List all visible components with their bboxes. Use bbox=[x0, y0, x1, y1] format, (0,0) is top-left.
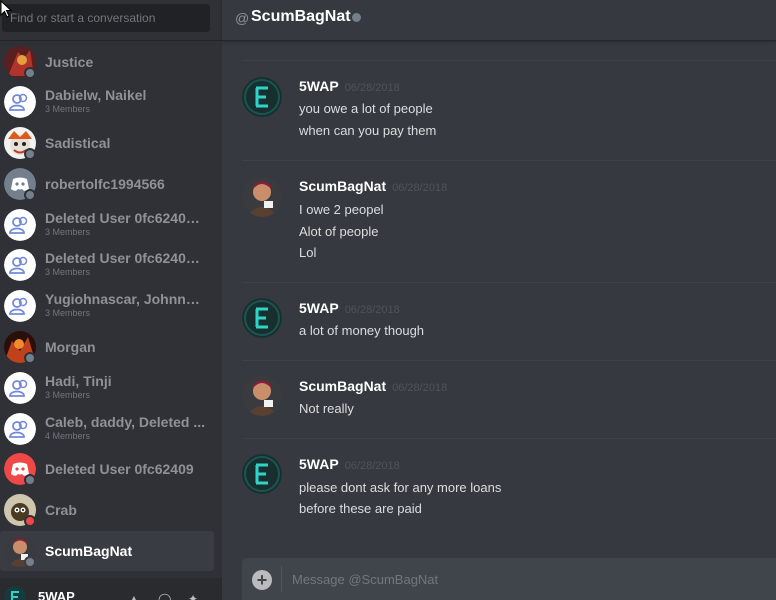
dm-item-deleted-user[interactable]: Deleted User 0fc62409 bbox=[0, 449, 214, 489]
avatar[interactable] bbox=[242, 298, 282, 338]
group-avatar-icon bbox=[4, 209, 36, 241]
message-timestamp: 06/28/2018 bbox=[392, 382, 448, 394]
message-timestamp: 06/28/2018 bbox=[392, 182, 448, 194]
message-group: 5WAP 06/28/2018 please dont ask for any m… bbox=[242, 438, 776, 548]
message-text: Lol bbox=[299, 245, 317, 260]
settings-icon[interactable]: ✦ bbox=[188, 592, 202, 600]
dm-item-justice[interactable]: Justice bbox=[0, 42, 214, 82]
message-text: Not really bbox=[299, 401, 354, 416]
message-group: 5WAP 06/28/2018 a lot of money though bbox=[242, 282, 776, 360]
group-avatar-icon bbox=[4, 413, 36, 445]
dm-member-count: 3 Members bbox=[45, 227, 91, 237]
dm-name: Yugiohnascar, Johnny Boi bbox=[45, 291, 205, 307]
dm-member-count: 3 Members bbox=[45, 104, 91, 114]
avatar bbox=[4, 586, 26, 600]
group-avatar-icon bbox=[4, 290, 36, 322]
message-text: before these are paid bbox=[299, 501, 422, 516]
message-group: 5WAP 06/28/2018 you owe a lot of people w… bbox=[242, 60, 776, 160]
search-bar bbox=[0, 0, 222, 41]
status-offline-icon bbox=[24, 352, 36, 364]
message-text: please dont ask for any more loans bbox=[299, 480, 502, 495]
dm-member-count: 3 Members bbox=[45, 308, 91, 318]
dm-name: Hadi, Tinji bbox=[45, 373, 112, 389]
channel-header: @ ScumBagNat bbox=[222, 0, 776, 41]
avatar[interactable] bbox=[242, 77, 282, 117]
dm-item-scumbagnat[interactable]: ScumBagNat bbox=[0, 531, 214, 571]
status-offline-icon bbox=[24, 148, 36, 160]
dm-item-group[interactable]: Caleb, daddy, Deleted ... 4 Members bbox=[0, 409, 214, 449]
microphone-icon[interactable]: ▲ bbox=[128, 592, 142, 600]
plus-circle-icon[interactable]: + bbox=[252, 570, 272, 590]
at-symbol-icon: @ bbox=[235, 10, 250, 26]
group-avatar-icon bbox=[4, 86, 36, 118]
author-name[interactable]: ScumBagNat bbox=[299, 378, 386, 394]
message-timestamp: 06/28/2018 bbox=[344, 460, 400, 472]
message-list: 5WAP 06/28/2018 you owe a lot of people w… bbox=[222, 42, 776, 558]
message-group: ScumBagNat 06/28/2018 Not really bbox=[242, 360, 776, 438]
message-composer: + bbox=[242, 558, 776, 600]
status-offline-icon bbox=[24, 474, 36, 486]
message-text: I owe 2 peopel bbox=[299, 202, 384, 217]
dm-item-morgan[interactable]: Morgan bbox=[0, 327, 214, 367]
dm-name: Deleted User 0fc62409... bbox=[45, 250, 205, 266]
dm-item-group[interactable]: Deleted User 0fc62409... 3 Members bbox=[0, 245, 214, 285]
message-group: ScumBagNat 06/28/2018 I owe 2 peopel Alot… bbox=[242, 160, 776, 282]
avatar[interactable] bbox=[242, 376, 282, 416]
message-author[interactable]: 5WAP 06/28/2018 bbox=[299, 78, 400, 94]
message-timestamp: 06/28/2018 bbox=[344, 82, 400, 94]
direct-messages-list: Justice Dabielw, Naikel 3 Members Sadist… bbox=[0, 42, 222, 578]
dm-name: Justice bbox=[45, 54, 94, 70]
status-dnd-icon bbox=[24, 515, 36, 527]
dm-name: Morgan bbox=[45, 339, 96, 355]
current-user-name: 5WAP bbox=[38, 589, 75, 600]
composer-divider bbox=[281, 566, 282, 592]
dm-item-group[interactable]: Dabielw, Naikel 3 Members bbox=[0, 82, 214, 122]
status-offline-icon bbox=[352, 13, 361, 22]
user-panel: 5WAP ▲ ◯ ✦ bbox=[0, 578, 222, 600]
dm-member-count: 3 Members bbox=[45, 267, 91, 277]
author-name[interactable]: 5WAP bbox=[299, 78, 339, 94]
author-name[interactable]: ScumBagNat bbox=[299, 178, 386, 194]
dm-name: Sadistical bbox=[45, 135, 111, 151]
dm-member-count: 4 Members bbox=[45, 431, 91, 441]
message-author[interactable]: 5WAP 06/28/2018 bbox=[299, 456, 400, 472]
dm-item-crab[interactable]: Crab bbox=[0, 490, 214, 530]
dm-name: Dabielw, Naikel bbox=[45, 87, 147, 103]
header-title: ScumBagNat bbox=[251, 8, 351, 25]
dm-name: Deleted User 0fc62409 bbox=[45, 461, 194, 477]
avatar[interactable] bbox=[242, 177, 282, 217]
dm-name: Caleb, daddy, Deleted ... bbox=[45, 414, 205, 430]
status-offline-icon bbox=[24, 556, 36, 568]
dm-item-sadistical[interactable]: Sadistical bbox=[0, 123, 214, 163]
group-avatar-icon bbox=[4, 372, 36, 404]
dm-item-group[interactable]: Deleted User 0fc62409... 3 Members bbox=[0, 205, 214, 245]
headphones-icon[interactable]: ◯ bbox=[158, 592, 172, 600]
status-offline-icon bbox=[24, 189, 36, 201]
dm-sidebar: Justice Dabielw, Naikel 3 Members Sadist… bbox=[0, 0, 222, 600]
dm-item-group[interactable]: Yugiohnascar, Johnny Boi 3 Members bbox=[0, 286, 214, 326]
message-author[interactable]: ScumBagNat 06/28/2018 bbox=[299, 178, 447, 194]
avatar[interactable] bbox=[242, 454, 282, 494]
status-offline-icon bbox=[24, 67, 36, 79]
message-timestamp: 06/28/2018 bbox=[344, 304, 400, 316]
author-name[interactable]: 5WAP bbox=[299, 456, 339, 472]
group-avatar-icon bbox=[4, 249, 36, 281]
message-text: you owe a lot of people bbox=[299, 101, 433, 116]
author-name[interactable]: 5WAP bbox=[299, 300, 339, 316]
message-text: when can you pay them bbox=[299, 123, 437, 138]
mouse-cursor-icon bbox=[0, 0, 12, 18]
dm-item-robertolfc1994566[interactable]: robertolfc1994566 bbox=[0, 164, 214, 204]
message-author[interactable]: 5WAP 06/28/2018 bbox=[299, 300, 400, 316]
dm-name: ScumBagNat bbox=[45, 543, 133, 559]
dm-name: Crab bbox=[45, 502, 77, 518]
message-text: Alot of people bbox=[299, 224, 379, 239]
dm-member-count: 3 Members bbox=[45, 390, 91, 400]
message-text: a lot of money though bbox=[299, 323, 425, 338]
message-author[interactable]: ScumBagNat 06/28/2018 bbox=[299, 378, 447, 394]
dm-name: robertolfc1994566 bbox=[45, 176, 165, 192]
message-input[interactable] bbox=[292, 566, 762, 592]
dm-name: Deleted User 0fc62409... bbox=[45, 210, 205, 226]
dm-item-group[interactable]: Hadi, Tinji 3 Members bbox=[0, 368, 214, 408]
search-input[interactable] bbox=[2, 4, 210, 32]
